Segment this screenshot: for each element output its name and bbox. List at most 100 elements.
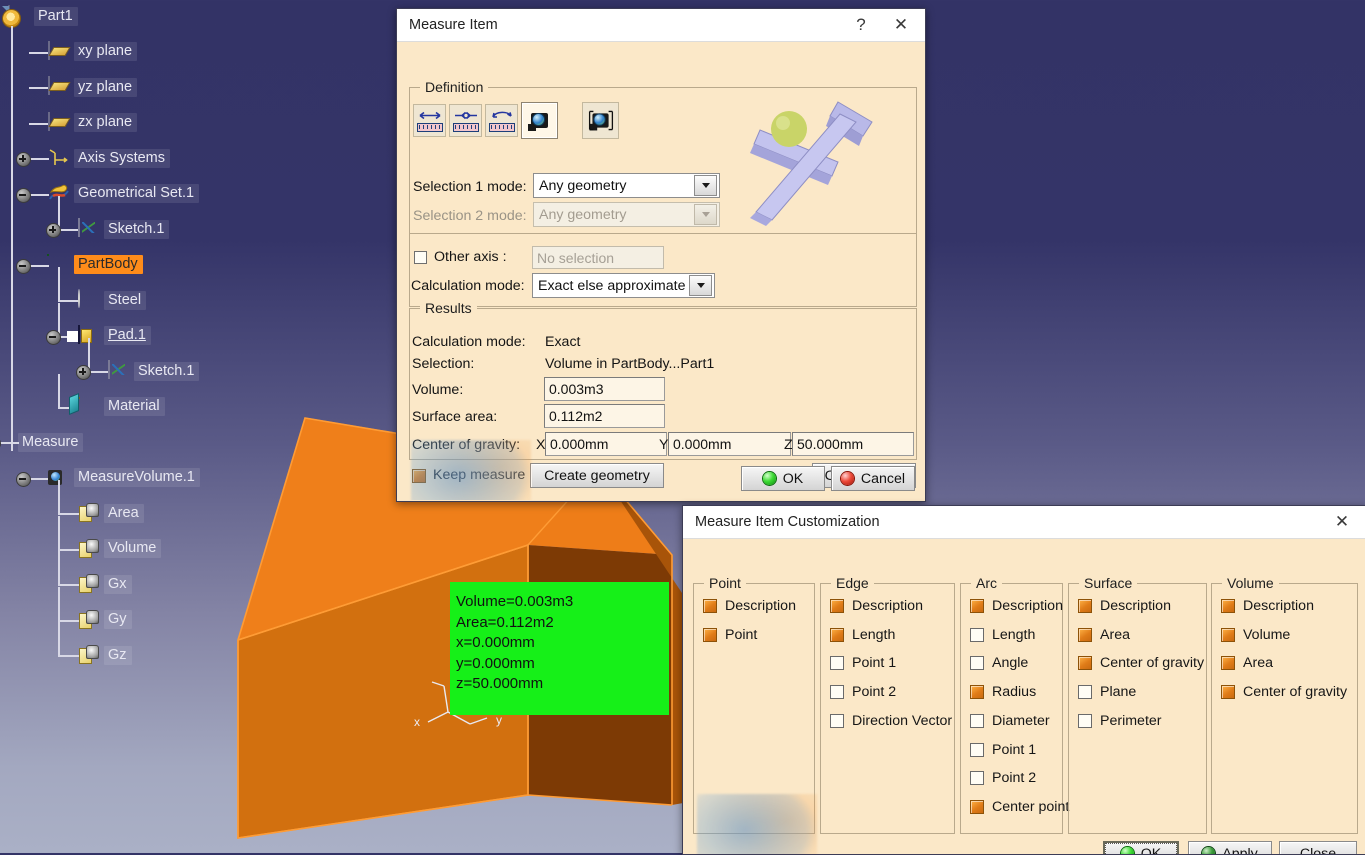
tree-node[interactable]: Material xyxy=(78,396,165,418)
checkbox-description[interactable] xyxy=(1078,599,1092,613)
tree-node[interactable]: MeasureVolume.1 xyxy=(48,467,200,489)
checkbox-plane[interactable] xyxy=(1078,685,1092,700)
customization-option-row[interactable]: Plane xyxy=(1078,684,1136,700)
customization-option-row[interactable]: Description xyxy=(703,598,796,614)
measure-item-icon[interactable] xyxy=(521,102,558,139)
tree-node[interactable]: Volume xyxy=(78,538,162,560)
checkbox-center-of-gravity[interactable] xyxy=(1221,685,1235,700)
help-button[interactable]: ? xyxy=(841,11,881,39)
tree-node[interactable]: Sketch.1 xyxy=(108,360,200,382)
measure-item-ok-button[interactable]: OK xyxy=(741,466,825,491)
tree-node[interactable]: Measure xyxy=(18,431,84,453)
checkbox-diameter[interactable] xyxy=(970,713,984,728)
customization-option-row[interactable]: Length xyxy=(970,627,1035,643)
calculation-mode-combo[interactable]: Exact else approximate xyxy=(532,273,715,298)
tree-node[interactable]: Geometrical Set.1 xyxy=(48,183,200,205)
chevron-down-icon[interactable] xyxy=(689,275,712,296)
tree-node[interactable]: Axis Systems xyxy=(48,147,171,169)
customization-option-row[interactable]: Description xyxy=(1078,598,1171,614)
customization-apply-button[interactable]: Apply xyxy=(1188,841,1272,854)
customization-option-row[interactable]: Point 2 xyxy=(970,770,1036,786)
measure-item-dialog[interactable]: Measure Item ? ✕ Definition Selection 1 … xyxy=(396,8,926,502)
measure-item-titlebar[interactable]: Measure Item ? ✕ xyxy=(397,9,925,42)
checkbox-area[interactable] xyxy=(1221,656,1235,671)
measure-inertia-icon[interactable] xyxy=(582,102,619,139)
tree-expander-plus[interactable] xyxy=(76,365,91,380)
customization-option-row[interactable]: Point xyxy=(703,627,757,643)
customization-option-row[interactable]: Description xyxy=(1221,598,1314,614)
tree-expander-minus[interactable] xyxy=(16,187,31,203)
tree-node-label: Geometrical Set.1 xyxy=(74,184,200,203)
other-axis-field[interactable]: No selection xyxy=(532,246,664,269)
checkbox-perimeter[interactable] xyxy=(1078,713,1092,728)
tree-node[interactable]: Gz xyxy=(78,644,132,666)
tree-expander-minus[interactable] xyxy=(16,258,31,274)
checkbox-length[interactable] xyxy=(970,627,984,642)
checkbox-description[interactable] xyxy=(970,599,984,613)
tree-expander-minus[interactable] xyxy=(0,436,1,451)
chevron-down-icon[interactable] xyxy=(694,175,717,196)
customization-close-button[interactable]: Close xyxy=(1279,841,1357,854)
specification-tree[interactable]: Part1 xy plane yz plane zx plane Axis System… xyxy=(0,0,300,700)
checkbox-point-2[interactable] xyxy=(830,685,844,700)
tree-node[interactable]: zx plane xyxy=(48,111,138,134)
customization-option-row[interactable]: Perimeter xyxy=(1078,713,1162,729)
close-icon[interactable]: ✕ xyxy=(881,11,921,39)
tree-node[interactable]: Sketch.1 xyxy=(78,218,170,240)
customization-option-row[interactable]: Description xyxy=(830,598,923,614)
customization-option-row[interactable]: Point 1 xyxy=(970,742,1036,758)
tree-expander-minus[interactable] xyxy=(16,471,31,487)
customization-option-row[interactable]: Diameter xyxy=(970,713,1050,729)
customization-option-row[interactable]: Volume xyxy=(1221,627,1290,643)
checkbox-direction-vector[interactable] xyxy=(830,713,844,728)
checkbox-description[interactable] xyxy=(703,599,717,613)
customization-option-row[interactable]: Center of gravity xyxy=(1078,655,1204,671)
checkbox-volume[interactable] xyxy=(1221,627,1235,642)
customization-option-row[interactable]: Point 1 xyxy=(830,655,896,671)
customization-option-row[interactable]: Direction Vector xyxy=(830,713,952,729)
checkbox-point-2[interactable] xyxy=(970,771,984,786)
customization-option-row[interactable]: Point 2 xyxy=(830,684,896,700)
checkbox-length[interactable] xyxy=(830,627,844,642)
customization-option-row[interactable]: Description xyxy=(970,598,1063,614)
checkbox-point[interactable] xyxy=(703,627,717,642)
measure-item-customization-dialog[interactable]: Measure Item Customization ✕ Point Descri… xyxy=(682,505,1365,855)
create-geometry-button[interactable]: Create geometry xyxy=(530,463,664,488)
tree-node[interactable]: xy plane xyxy=(48,40,138,63)
tree-node[interactable]: Gx xyxy=(78,573,132,595)
checkbox-point-1[interactable] xyxy=(830,656,844,671)
measure-between-icon[interactable] xyxy=(413,104,446,137)
customization-titlebar[interactable]: Measure Item Customization ✕ xyxy=(683,506,1365,539)
tree-node[interactable]: yz plane xyxy=(48,76,138,98)
tree-expander-minus[interactable] xyxy=(46,329,61,345)
checkbox-description[interactable] xyxy=(1221,599,1235,613)
customization-option-row[interactable]: Area xyxy=(1221,655,1273,671)
selection1-mode-combo[interactable]: Any geometry xyxy=(533,173,720,198)
measure-item-distance-icon[interactable] xyxy=(449,104,482,137)
measure-thickness-icon[interactable] xyxy=(485,104,518,137)
customization-option-row[interactable]: Radius xyxy=(970,684,1036,700)
customization-option-row[interactable]: Length xyxy=(830,627,895,643)
checkbox-description[interactable] xyxy=(830,599,844,613)
tree-node[interactable]: Area xyxy=(78,502,144,524)
keep-measure-checkbox[interactable] xyxy=(412,469,426,483)
other-axis-checkbox[interactable] xyxy=(414,251,427,264)
checkbox-angle[interactable] xyxy=(970,656,984,671)
customization-option-row[interactable]: Angle xyxy=(970,655,1028,671)
tree-node[interactable]: Gy xyxy=(78,609,132,631)
checkbox-point-1[interactable] xyxy=(970,742,984,757)
tree-expander-plus[interactable] xyxy=(16,152,31,167)
checkbox-center-of-gravity[interactable] xyxy=(1078,656,1092,671)
checkbox-center-point[interactable] xyxy=(970,799,984,814)
close-icon[interactable]: ✕ xyxy=(1322,508,1362,536)
measure-item-cancel-button[interactable]: Cancel xyxy=(831,466,915,491)
customization-ok-button[interactable]: OK xyxy=(1103,841,1179,854)
tree-node[interactable]: PartBody xyxy=(48,254,143,276)
tree-node[interactable]: Steel xyxy=(78,289,147,311)
customization-option-row[interactable]: Center point xyxy=(970,799,1069,815)
tree-expander-plus[interactable] xyxy=(46,223,61,238)
checkbox-area[interactable] xyxy=(1078,627,1092,642)
customization-option-row[interactable]: Center of gravity xyxy=(1221,684,1347,700)
checkbox-radius[interactable] xyxy=(970,685,984,700)
customization-option-row[interactable]: Area xyxy=(1078,627,1130,643)
